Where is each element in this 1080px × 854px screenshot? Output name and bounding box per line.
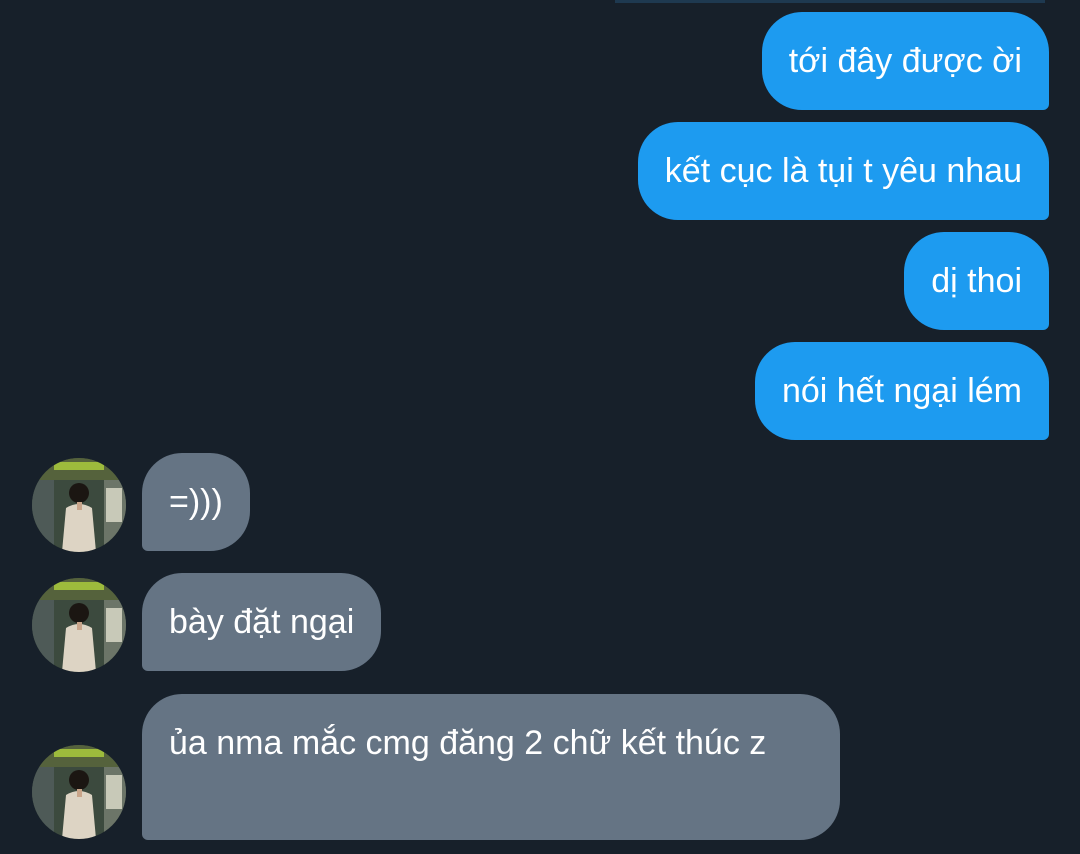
avatar-image (32, 578, 126, 672)
incoming-message-bubble[interactable]: ủa nma mắc cmg đăng 2 chữ kết thúc z (142, 694, 840, 840)
contact-avatar-icon[interactable] (32, 578, 126, 672)
message-text: dị thoi (931, 262, 1022, 300)
message-text: ủa nma mắc cmg đăng 2 chữ kết thúc z (169, 724, 767, 762)
message-text: tới đây được ời (788, 42, 1022, 80)
outgoing-message-bubble[interactable]: dị thoi (904, 232, 1049, 330)
message-text: nói hết ngại lém (781, 372, 1022, 410)
contact-avatar-icon[interactable] (32, 458, 126, 552)
incoming-message-bubble[interactable]: =))) (142, 453, 250, 551)
avatar-image (32, 458, 126, 552)
outgoing-message-bubble[interactable]: tới đây được ời (761, 12, 1049, 110)
message-text: bày đặt ngại (169, 603, 355, 641)
avatar-image (32, 745, 126, 839)
message-text: kết cục là tụi t yêu nhau (664, 152, 1022, 190)
outgoing-message-bubble[interactable]: nói hết ngại lém (754, 342, 1049, 440)
previous-message-edge (615, 0, 1045, 3)
incoming-message-bubble[interactable]: bày đặt ngại (142, 573, 382, 671)
outgoing-message-bubble[interactable]: kết cục là tụi t yêu nhau (637, 122, 1049, 220)
contact-avatar-icon[interactable] (32, 745, 126, 839)
message-text: =))) (169, 483, 223, 521)
